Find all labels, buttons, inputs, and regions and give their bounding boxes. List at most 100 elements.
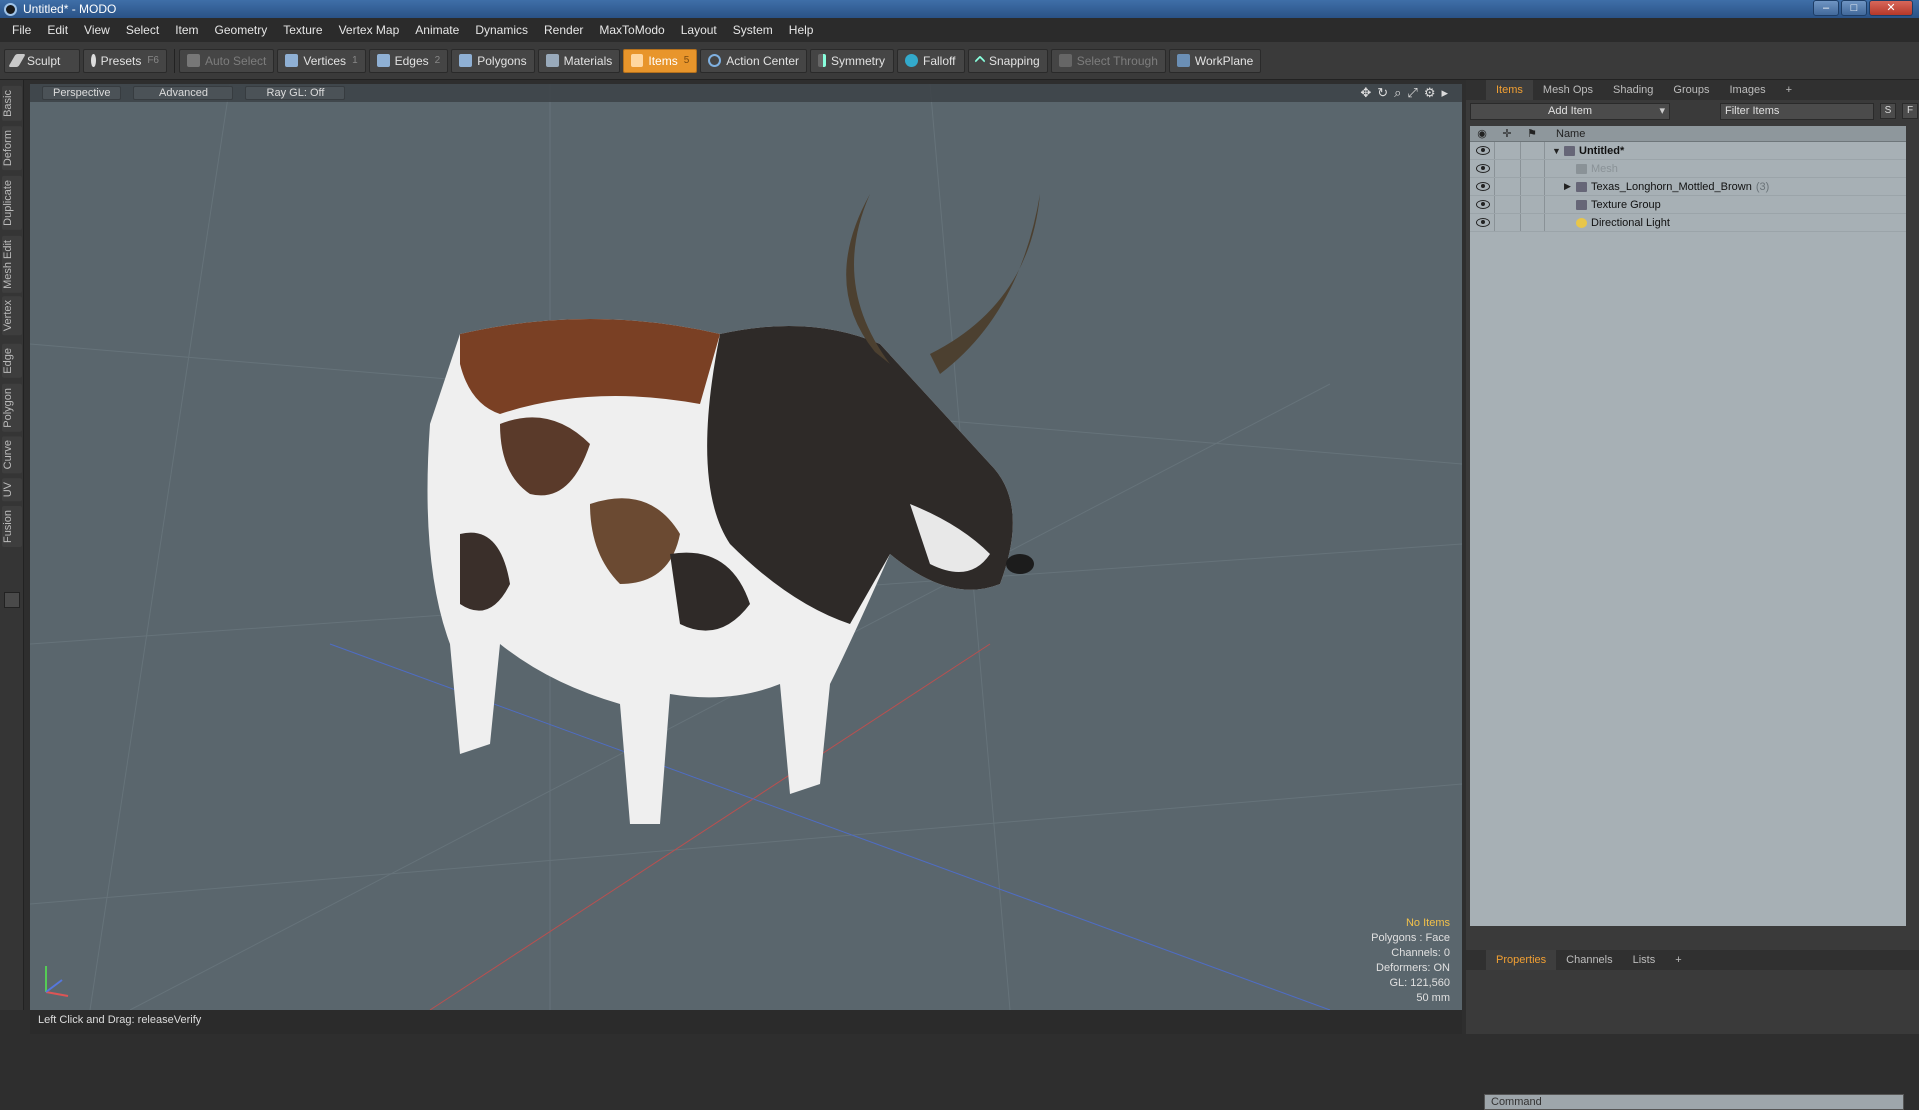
add-item-dropdown[interactable]: Add Item ▾ <box>1470 102 1670 120</box>
title-bar: Untitled* - MODO – □ ✕ <box>0 0 1919 18</box>
presets-label: Presets <box>100 53 142 68</box>
add-props-tab-button[interactable]: + <box>1665 950 1691 970</box>
advanced-dropdown[interactable]: Advanced <box>133 86 234 100</box>
polygons-button[interactable]: Polygons <box>451 48 535 73</box>
orientation-axes-icon <box>45 966 69 997</box>
items-panel-tabs: Items Mesh Ops Shading Groups Images + <box>1466 80 1919 100</box>
minimize-button[interactable]: – <box>1813 0 1839 16</box>
items-label: Items <box>648 53 678 68</box>
tab-lists[interactable]: Lists <box>1623 950 1666 970</box>
lock-header-icon: ✛ <box>1502 128 1512 140</box>
tab-deform[interactable]: Deform <box>2 126 22 171</box>
model-name: Texas_Longhorn_Mottled_Brown <box>1591 180 1752 193</box>
action-center-icon <box>708 54 722 67</box>
menu-maxtomodo[interactable]: MaxToModo <box>591 18 672 42</box>
maximize-button[interactable]: □ <box>1841 0 1867 16</box>
visibility-eye-icon[interactable] <box>1476 218 1490 227</box>
right-panel: Items Mesh Ops Shading Groups Images + A… <box>1466 80 1919 1110</box>
tab-items[interactable]: Items <box>1486 80 1533 100</box>
tab-curve[interactable]: Curve <box>2 436 22 474</box>
workplane-button[interactable]: WorkPlane <box>1168 48 1262 73</box>
presets-button[interactable]: Presets F6 <box>83 48 167 73</box>
zoom-view-icon[interactable]: ⌕ <box>1394 85 1401 101</box>
mesh-icon <box>1576 163 1587 174</box>
menu-geometry[interactable]: Geometry <box>207 18 276 42</box>
menu-file[interactable]: File <box>4 18 39 42</box>
viewport-settings-icon[interactable]: ⚙ <box>1424 85 1436 101</box>
tab-fusion[interactable]: Fusion <box>2 506 22 548</box>
select-through-icon <box>1058 54 1072 67</box>
menu-animate[interactable]: Animate <box>407 18 467 42</box>
3d-viewport[interactable]: Perspective Advanced Ray GL: Off ✥ ↻ ⌕ ⤢… <box>30 84 1462 1010</box>
tab-basic[interactable]: Basic <box>2 86 22 121</box>
tab-images[interactable]: Images <box>1720 80 1776 100</box>
visibility-eye-icon[interactable] <box>1476 182 1490 191</box>
f-toggle-button[interactable]: F <box>1902 103 1918 119</box>
select-through-button[interactable]: Select Through <box>1050 48 1166 73</box>
menu-dynamics[interactable]: Dynamics <box>467 18 536 42</box>
add-item-label: Add Item <box>1547 104 1593 117</box>
items-shortcut: 5 <box>683 55 690 66</box>
tree-row-model[interactable]: ▶ Texas_Longhorn_Mottled_Brown (3) <box>1470 178 1906 196</box>
symmetry-button[interactable]: Symmetry <box>809 48 894 73</box>
tab-properties[interactable]: Properties <box>1486 950 1557 970</box>
falloff-button[interactable]: Falloff <box>896 48 965 73</box>
main-toolbar: Sculpt Presets F6 Auto Select Vertices 1… <box>0 42 1919 80</box>
snapping-label: Snapping <box>988 53 1040 68</box>
panel-toggle-button[interactable] <box>4 592 20 608</box>
tab-mesh-ops[interactable]: Mesh Ops <box>1533 80 1603 100</box>
presets-icon <box>91 54 96 67</box>
tab-groups[interactable]: Groups <box>1663 80 1719 100</box>
tab-polygon[interactable]: Polygon <box>2 384 22 432</box>
close-button[interactable]: ✕ <box>1869 0 1913 16</box>
menu-vertex-map[interactable]: Vertex Map <box>331 18 408 42</box>
visibility-eye-icon[interactable] <box>1476 146 1490 155</box>
raygl-toggle[interactable]: Ray GL: Off <box>245 86 346 100</box>
menu-system[interactable]: System <box>725 18 781 42</box>
menu-layout[interactable]: Layout <box>673 18 725 42</box>
tree-row-mesh[interactable]: Mesh <box>1470 160 1906 178</box>
edges-button[interactable]: Edges 2 <box>368 48 449 73</box>
name-column-header[interactable]: Name <box>1556 128 1585 140</box>
tab-uv[interactable]: UV <box>2 478 22 502</box>
menu-edit[interactable]: Edit <box>39 18 76 42</box>
viewport-menu-arrow-icon[interactable]: ▸ <box>1441 85 1448 101</box>
perspective-dropdown[interactable]: Perspective <box>42 86 122 100</box>
scene-name: Untitled* <box>1579 144 1625 157</box>
s-toggle-button[interactable]: S <box>1880 103 1896 119</box>
tab-edge[interactable]: Edge <box>2 344 22 378</box>
vertices-shortcut: 1 <box>352 55 358 66</box>
tab-vertex[interactable]: Vertex <box>2 296 22 336</box>
menu-view[interactable]: View <box>76 18 118 42</box>
tab-shading[interactable]: Shading <box>1603 80 1663 100</box>
expand-arrow-icon[interactable]: ▼ <box>1552 146 1564 156</box>
tab-channels[interactable]: Channels <box>1556 950 1622 970</box>
tree-row-scene[interactable]: ▼ Untitled* <box>1470 142 1906 160</box>
add-tab-button[interactable]: + <box>1776 80 1802 100</box>
tree-row-light[interactable]: Directional Light <box>1470 214 1906 232</box>
menu-render[interactable]: Render <box>536 18 591 42</box>
tab-mesh-edit[interactable]: Mesh Edit <box>2 236 22 293</box>
workplane-label: WorkPlane <box>1194 53 1254 68</box>
move-view-icon[interactable]: ✥ <box>1360 85 1371 101</box>
rotate-view-icon[interactable]: ↻ <box>1377 85 1388 101</box>
action-center-button[interactable]: Action Center <box>700 48 807 73</box>
menu-item[interactable]: Item <box>167 18 206 42</box>
visibility-eye-icon[interactable] <box>1476 164 1490 173</box>
menu-texture[interactable]: Texture <box>275 18 330 42</box>
menu-help[interactable]: Help <box>781 18 822 42</box>
filter-items-input[interactable]: Filter Items <box>1720 102 1874 120</box>
tab-duplicate[interactable]: Duplicate <box>2 176 22 230</box>
expand-arrow-icon[interactable]: ▶ <box>1564 181 1576 192</box>
items-button[interactable]: Items 5 <box>623 48 698 73</box>
fit-view-icon[interactable]: ⤢ <box>1407 85 1417 101</box>
snapping-button[interactable]: Snapping <box>967 48 1048 73</box>
tree-row-texture-group[interactable]: Texture Group <box>1470 196 1906 214</box>
auto-select-button[interactable]: Auto Select <box>179 48 275 73</box>
vertices-button[interactable]: Vertices 1 <box>277 48 366 73</box>
materials-button[interactable]: Materials <box>537 48 621 73</box>
sculpt-button[interactable]: Sculpt <box>4 48 80 73</box>
visibility-eye-icon[interactable] <box>1476 200 1490 209</box>
command-input[interactable]: Command <box>1484 1094 1904 1110</box>
menu-select[interactable]: Select <box>118 18 167 42</box>
